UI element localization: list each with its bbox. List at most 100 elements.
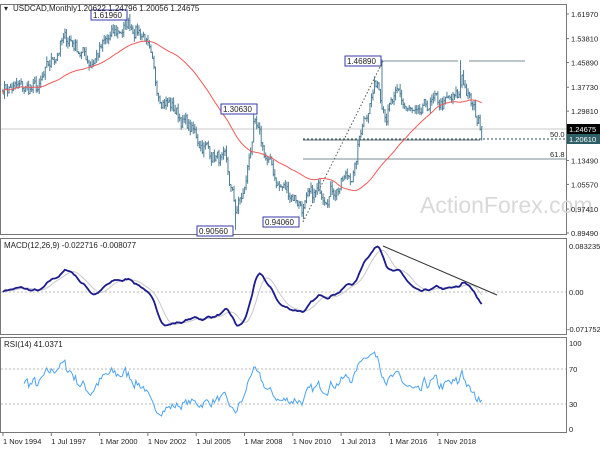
price-bar bbox=[208, 146, 211, 160]
price-bar bbox=[347, 175, 350, 179]
macd-axis-zero: 0.00 bbox=[569, 288, 584, 297]
price-bar bbox=[202, 142, 205, 158]
price-bar bbox=[272, 159, 275, 177]
price-bar bbox=[32, 78, 35, 94]
price-bar bbox=[311, 185, 314, 204]
price-bar bbox=[287, 181, 290, 200]
price-bar bbox=[385, 113, 388, 126]
price-bar bbox=[390, 97, 393, 106]
price-bar bbox=[220, 152, 223, 161]
price-bar bbox=[373, 76, 376, 94]
price-bar bbox=[275, 177, 278, 189]
price-bar bbox=[38, 78, 41, 94]
price-axis-label: 1.29810 bbox=[571, 107, 598, 116]
price-bar bbox=[402, 98, 405, 109]
price-bar bbox=[181, 114, 184, 128]
price-bar bbox=[189, 119, 192, 136]
price-bar bbox=[162, 99, 165, 109]
price-bar bbox=[233, 185, 236, 202]
price-bar bbox=[50, 52, 53, 68]
price-bar bbox=[195, 126, 198, 139]
svg-text:1.24675: 1.24675 bbox=[569, 125, 596, 134]
macd-signal-line bbox=[2, 249, 483, 325]
watermark: ActionForex.com bbox=[420, 192, 593, 218]
price-axis-label: 1.37730 bbox=[571, 83, 598, 92]
price-bar bbox=[178, 113, 181, 122]
price-bar bbox=[467, 88, 470, 100]
price-bar bbox=[480, 126, 483, 141]
price-bar bbox=[116, 26, 119, 39]
price-axis-label: 1.61970 bbox=[571, 10, 598, 19]
price-bar bbox=[192, 121, 195, 135]
price-bar bbox=[240, 192, 243, 203]
price-bar bbox=[207, 140, 210, 149]
usdcad-chart: ActionForex.com 50.0 61.8 1.61960 0.9056… bbox=[0, 4, 600, 446]
macd-axis-max: 0.083235 bbox=[569, 242, 600, 251]
price-bar bbox=[85, 46, 88, 61]
rsi-axis-30: 30 bbox=[569, 400, 577, 409]
svg-text:1.20610: 1.20610 bbox=[569, 135, 596, 144]
price-bar bbox=[319, 177, 322, 194]
price-bar bbox=[433, 90, 436, 102]
price-bar bbox=[329, 181, 332, 198]
price-bar bbox=[163, 98, 166, 109]
svg-text:0.90560: 0.90560 bbox=[199, 227, 228, 236]
price-bar bbox=[381, 59, 384, 110]
price-bar bbox=[465, 83, 468, 97]
price-bar bbox=[423, 98, 426, 106]
price-bar bbox=[436, 91, 439, 106]
price-bar bbox=[30, 85, 33, 92]
price-bar bbox=[217, 149, 220, 167]
price-bar bbox=[115, 25, 118, 37]
price-bar bbox=[332, 188, 335, 200]
price-bar bbox=[340, 177, 343, 191]
price-bar bbox=[400, 89, 403, 106]
price-bar bbox=[430, 94, 433, 106]
price-bar bbox=[367, 113, 370, 124]
price-bar bbox=[237, 196, 240, 215]
price-bar bbox=[198, 140, 201, 149]
price-bar bbox=[210, 151, 213, 166]
price-bar bbox=[399, 84, 402, 98]
rsi-axis-100: 100 bbox=[569, 339, 582, 348]
price-bar bbox=[199, 140, 202, 152]
price-bar bbox=[264, 152, 267, 161]
price-bar bbox=[211, 152, 214, 163]
time-axis-label: 1 Mar 2008 bbox=[245, 437, 283, 446]
price-bar bbox=[60, 37, 63, 46]
price-bar bbox=[299, 201, 302, 207]
price-bar bbox=[136, 23, 139, 36]
price-bar bbox=[94, 58, 97, 65]
price-bar bbox=[56, 52, 59, 62]
price-bar bbox=[59, 40, 62, 57]
price-bar bbox=[11, 82, 14, 94]
price-bar bbox=[104, 35, 107, 45]
price-bar bbox=[86, 55, 89, 64]
price-bar bbox=[169, 97, 172, 112]
price-bar bbox=[473, 100, 476, 111]
price-bar bbox=[248, 153, 251, 171]
price-bar bbox=[72, 39, 75, 52]
price-bar bbox=[255, 115, 258, 130]
price-bar bbox=[279, 183, 282, 188]
price-bar bbox=[214, 154, 217, 162]
price-bar bbox=[42, 70, 45, 78]
price-bar bbox=[165, 96, 168, 110]
price-axis-label: 0.97410 bbox=[571, 205, 598, 214]
price-bar bbox=[377, 81, 380, 91]
price-bar bbox=[149, 44, 152, 54]
price-bar bbox=[476, 115, 479, 126]
price-bar bbox=[222, 146, 225, 160]
dropdown-arrow-icon[interactable]: ▾ bbox=[4, 4, 8, 13]
price-bar bbox=[190, 121, 193, 132]
price-bar bbox=[97, 52, 100, 61]
price-bar bbox=[322, 193, 325, 205]
price-bar bbox=[335, 188, 338, 201]
price-bar bbox=[310, 182, 313, 194]
price-bar bbox=[122, 21, 125, 38]
price-bar bbox=[26, 81, 29, 91]
price-bar bbox=[154, 66, 157, 87]
svg-text:1.46890: 1.46890 bbox=[347, 57, 376, 66]
price-bar bbox=[282, 182, 285, 189]
price-bar bbox=[63, 28, 66, 40]
